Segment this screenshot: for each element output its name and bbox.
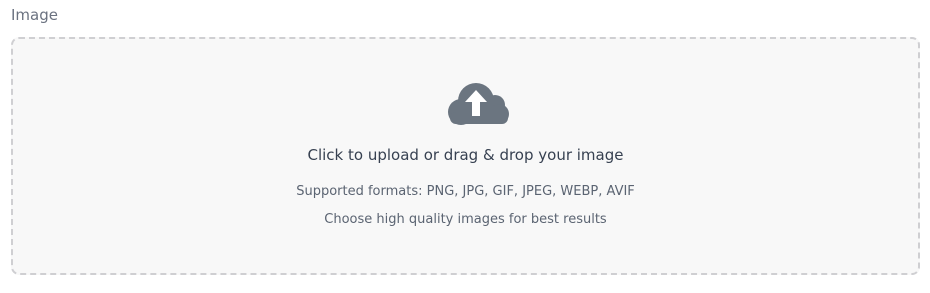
upload-instructions: Click to upload or drag & drop your imag… xyxy=(307,146,624,164)
image-upload-field: Image Click to upload or drag & drop you… xyxy=(0,0,930,293)
supported-formats-text: Supported formats: PNG, JPG, GIF, JPEG, … xyxy=(296,184,635,199)
quality-hint-text: Choose high quality images for best resu… xyxy=(324,212,607,227)
upload-dropzone[interactable]: Click to upload or drag & drop your imag… xyxy=(11,37,920,275)
field-label: Image xyxy=(11,6,58,24)
cloud-upload-icon xyxy=(448,83,509,125)
